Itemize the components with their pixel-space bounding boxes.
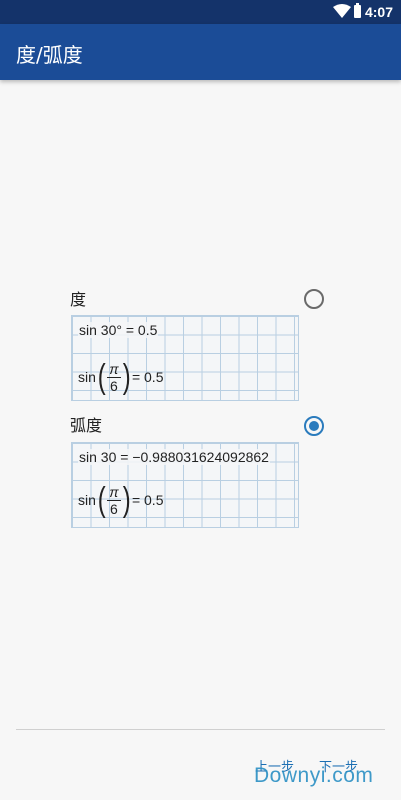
right-paren: ) [122,481,131,519]
right-paren: ) [122,358,131,396]
radian-radio[interactable] [304,416,324,436]
app-bar: 度/弧度 [0,24,401,80]
degree-example-line2: sin ( π 6 ) = 0.5 [78,360,163,394]
status-time: 4:07 [364,4,393,20]
degree-example-line1: sin 30° = 0.5 [78,322,159,338]
page-title: 度/弧度 [16,43,83,67]
fraction-numerator: π [107,360,121,378]
option-degree[interactable]: 度 sin 30° = 0.5 sin ( π 6 ) = 0.5 [70,284,330,404]
result-text: = 0.5 [131,492,164,508]
pi-over-6-fraction: π 6 [107,360,121,394]
radian-example-card: sin 30 = −0.988031624092862 sin ( π 6 ) … [71,442,299,528]
radian-example-line1: sin 30 = −0.988031624092862 [78,449,270,465]
watermark-logo: Downyi.com [254,764,374,787]
status-bar: 4:07 [0,0,401,24]
result-text: = 0.5 [131,369,164,385]
fraction-denominator: 6 [110,377,118,394]
fraction-denominator: 6 [110,500,118,517]
option-degree-label: 度 [70,290,87,309]
sin-label: sin [78,369,96,385]
footer-divider [16,729,385,730]
pi-over-6-fraction: π 6 [107,483,121,517]
radian-example-line2: sin ( π 6 ) = 0.5 [78,483,163,517]
sin-label: sin [78,492,96,508]
option-radian-label: 弧度 [70,416,103,435]
left-paren: ( [97,358,106,396]
left-paren: ( [97,481,106,519]
wifi-icon [333,4,351,18]
degree-radio[interactable] [304,289,324,309]
fraction-numerator: π [107,483,121,501]
degree-example-card: sin 30° = 0.5 sin ( π 6 ) = 0.5 [71,315,299,401]
option-radian[interactable]: 弧度 sin 30 = −0.988031624092862 sin ( π 6… [70,412,330,532]
battery-icon [354,3,361,18]
